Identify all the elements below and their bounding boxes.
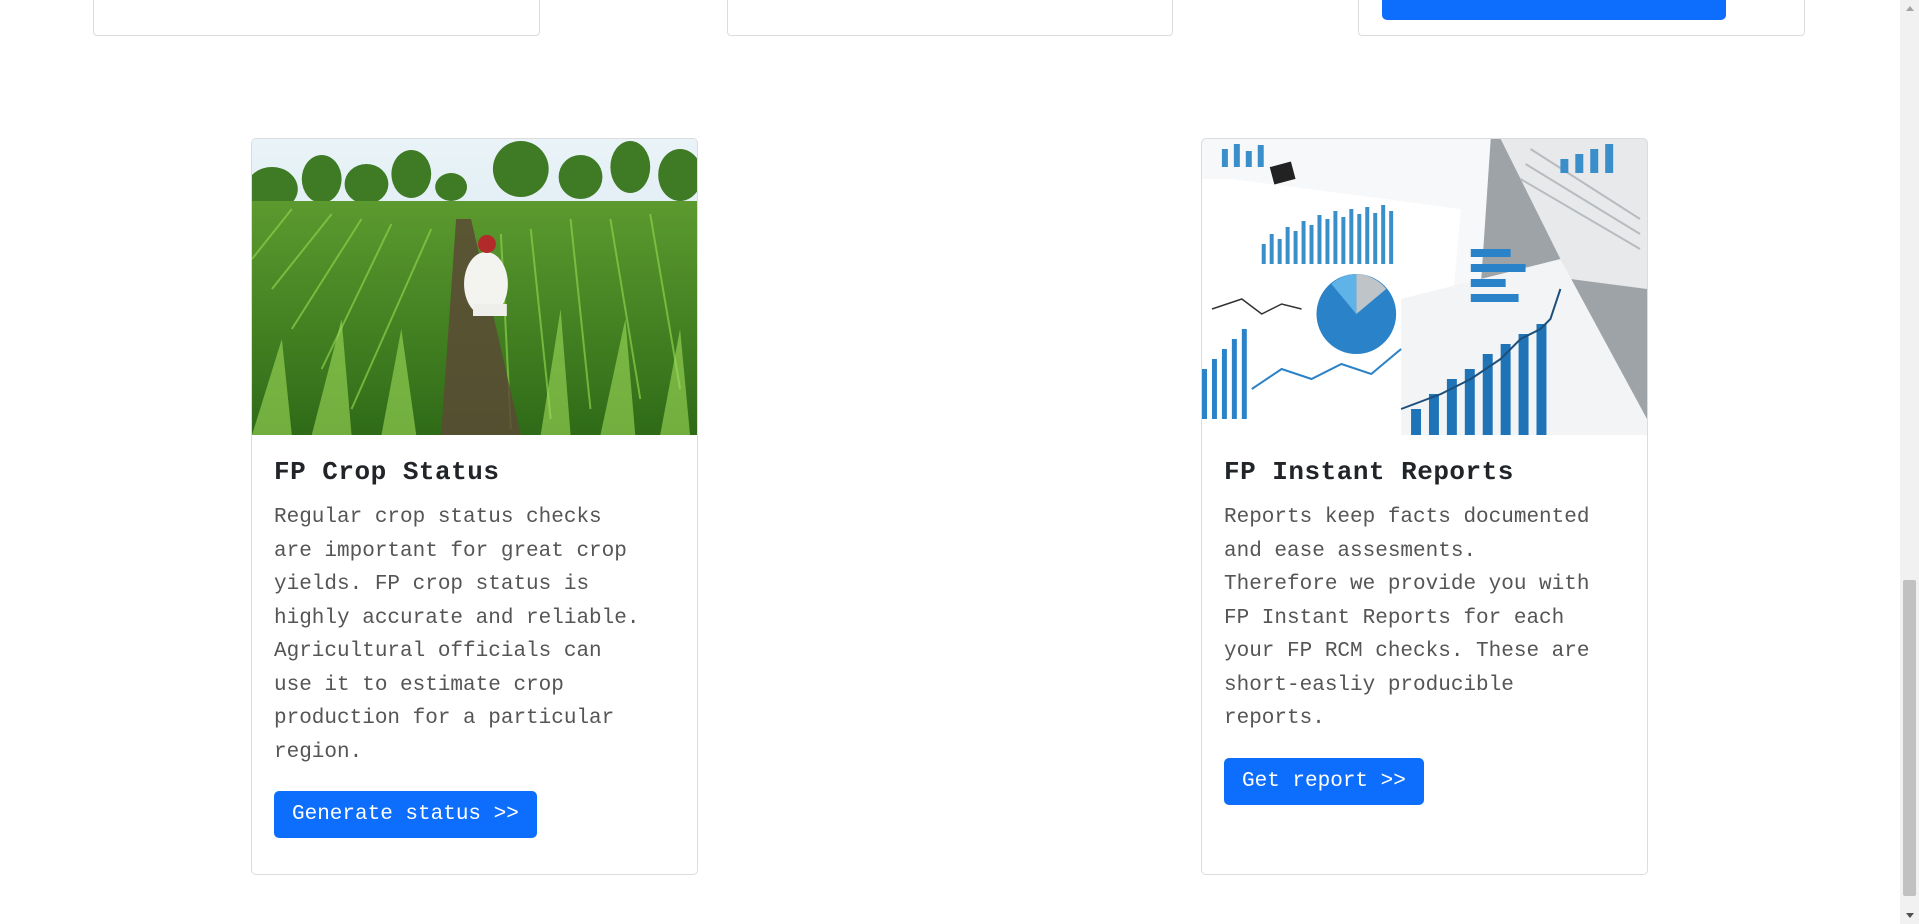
crop-field-image	[252, 139, 697, 435]
get-report-button[interactable]: Get report >>	[1224, 757, 1424, 805]
scrollbar-thumb[interactable]	[1903, 580, 1916, 896]
vertical-scrollbar[interactable]	[1900, 0, 1919, 924]
reports-image	[1202, 139, 1647, 435]
card-title: FP Crop Status	[274, 457, 500, 487]
previous-card-middle	[727, 0, 1173, 36]
card-title: FP Instant Reports	[1224, 457, 1514, 487]
instant-reports-card: FP Instant Reports Reports keep facts do…	[1201, 138, 1648, 875]
previous-card-right-button[interactable]	[1382, 0, 1726, 20]
card-description: Regular crop status checks are important…	[274, 506, 640, 764]
scroll-down-arrow-icon[interactable]	[1906, 913, 1914, 918]
crop-status-card: FP Crop Status Regular crop status check…	[251, 138, 698, 875]
card-description: Reports keep facts documented and ease a…	[1224, 506, 1590, 730]
generate-status-button[interactable]: Generate status >>	[274, 791, 537, 838]
scroll-up-arrow-icon[interactable]	[1906, 6, 1914, 11]
previous-card-left	[93, 0, 540, 36]
